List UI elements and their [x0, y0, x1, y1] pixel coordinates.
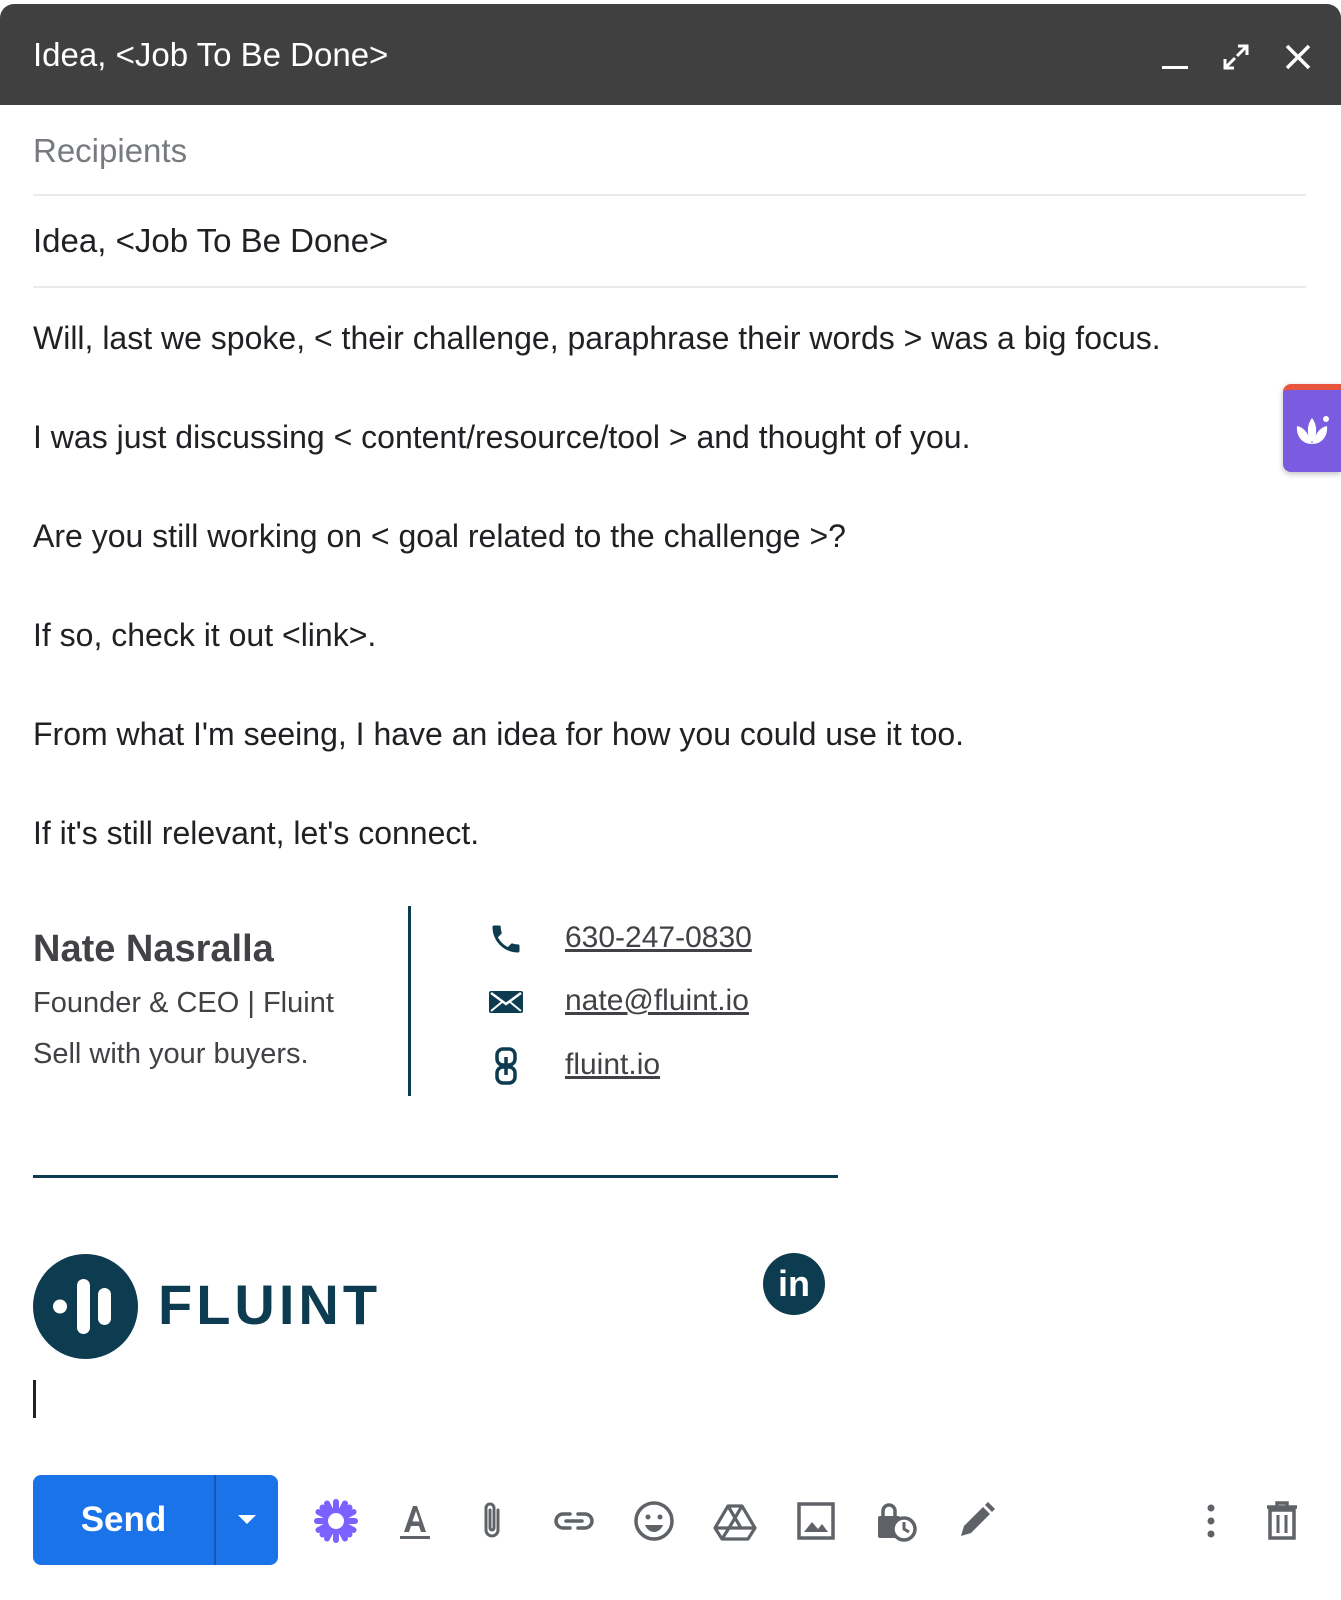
- compose-title-bar[interactable]: Idea, <Job To Be Done>: [0, 4, 1341, 105]
- ai-assist-icon[interactable]: [310, 1495, 362, 1547]
- emoji-icon[interactable]: [628, 1495, 680, 1547]
- close-icon[interactable]: [1281, 40, 1315, 74]
- lotus-icon: [1296, 416, 1329, 444]
- website-link[interactable]: fluint.io: [565, 1048, 660, 1082]
- phone-icon: [486, 919, 526, 959]
- signature-name: Nate Nasralla: [33, 928, 274, 970]
- delete-icon[interactable]: [1256, 1495, 1308, 1547]
- drive-icon[interactable]: [709, 1495, 761, 1547]
- more-options-icon[interactable]: [1185, 1495, 1237, 1547]
- compose-window-title: Idea, <Job To Be Done>: [33, 36, 389, 73]
- chain-link-icon: [486, 1046, 526, 1086]
- email-link[interactable]: nate@fluint.io: [565, 984, 749, 1018]
- email-icon: [486, 982, 526, 1022]
- send-options-dropdown[interactable]: [216, 1475, 278, 1565]
- subject-field[interactable]: Idea, <Job To Be Done>: [33, 196, 1306, 288]
- send-button-group: Send: [33, 1475, 278, 1565]
- expand-icon[interactable]: [1219, 40, 1253, 74]
- signature-divider: [408, 906, 411, 1096]
- body-paragraph: From what I'm seeing, I have an idea for…: [33, 716, 965, 752]
- attach-icon[interactable]: [467, 1495, 519, 1547]
- body-paragraph: Are you still working on < goal related …: [33, 518, 846, 554]
- signature-rule: [33, 1175, 838, 1178]
- linkedin-icon[interactable]: in: [763, 1253, 825, 1315]
- body-paragraph: If so, check it out <link>.: [33, 617, 377, 653]
- photo-icon[interactable]: [790, 1495, 842, 1547]
- text-cursor: [33, 1380, 36, 1418]
- link-icon[interactable]: [548, 1495, 600, 1547]
- minimize-icon[interactable]: [1158, 40, 1192, 74]
- format-text-icon[interactable]: [389, 1495, 441, 1547]
- extension-widget[interactable]: [1283, 384, 1341, 472]
- subject-text: Idea, <Job To Be Done>: [33, 222, 389, 259]
- send-button[interactable]: Send: [33, 1475, 216, 1565]
- recipients-placeholder: Recipients: [33, 132, 188, 169]
- signature-tagline: Sell with your buyers.: [33, 1038, 309, 1070]
- body-paragraph: Will, last we spoke, < their challenge, …: [33, 320, 1161, 356]
- chevron-down-icon: [238, 1515, 256, 1524]
- phone-link[interactable]: 630-247-0830: [565, 921, 752, 955]
- signature-role: Founder & CEO | Fluint: [33, 987, 334, 1019]
- fluint-logo-icon: [33, 1254, 138, 1359]
- recipients-field[interactable]: Recipients: [33, 112, 1306, 196]
- body-paragraph: If it's still relevant, let's connect.: [33, 815, 480, 851]
- signature-icon[interactable]: [950, 1495, 1002, 1547]
- body-paragraph: I was just discussing < content/resource…: [33, 419, 971, 455]
- confidential-mode-icon[interactable]: [870, 1495, 922, 1547]
- fluint-logo-text: FLUINT: [158, 1273, 382, 1336]
